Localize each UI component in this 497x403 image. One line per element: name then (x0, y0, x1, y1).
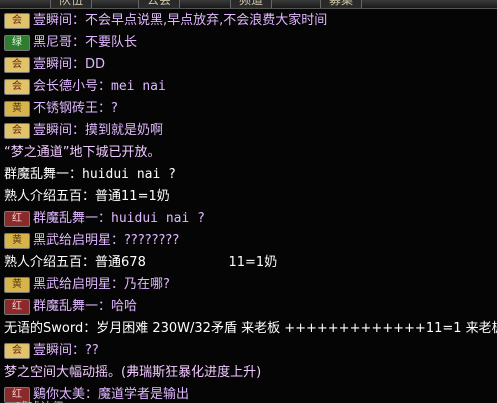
message-text: DD (85, 57, 106, 72)
guild-badge: 会 (4, 56, 30, 73)
system-message: 梦之空间大幅动摇。(弗瑞斯狂暴化进度上升) (4, 365, 262, 380)
chat-message: 群魔乱舞一：huidui nai ? (4, 167, 176, 182)
chat-message: 熟人介绍五百：普通678 11=1奶 (4, 255, 278, 270)
message-text: 普通11=1奶 (95, 189, 170, 204)
sender-name[interactable]: 不锈钢砖王 (33, 101, 98, 116)
message-text: huidui nai ? (82, 167, 176, 182)
partial-message: 一 嘘嘘认伊 一 (0, 398, 497, 403)
tab-party[interactable]: 队伍 (50, 0, 93, 8)
message-text: 不要队长 (85, 35, 138, 50)
sender-name[interactable]: 黑武给启明星 (33, 233, 111, 248)
chat-message: 会壹瞬间：摸到就是奶啊 (4, 121, 163, 141)
green-badge: 绿 (4, 34, 30, 51)
sender-name[interactable]: 壹瞬间 (33, 13, 72, 28)
chat-message: 会会长德小号：mei nai (4, 77, 166, 97)
yellow-badge: 黄 (4, 276, 30, 293)
message-text: ???????? (124, 233, 180, 248)
message-text: 不会早点说黑,早点放弃,不会浪费大家时间 (85, 13, 328, 28)
chat-message: 红群魔乱舞一：huidui nai ? (4, 209, 205, 229)
chat-message: 红群魔乱舞一：哈哈 (4, 297, 137, 317)
sender-name[interactable]: 群魔乱舞一 (4, 167, 69, 182)
chat-message: 黄黑武给启明星：???????? (4, 231, 179, 251)
chat-message: 无语的Sword：岁月困难 230W/32矛盾 来老板 ++++++++++++… (4, 319, 497, 339)
message-text: 普通678 11=1奶 (95, 255, 278, 270)
message-text: ?? (85, 343, 99, 358)
message-text: 岁月困难 230W/32矛盾 来老板 +++++++++++++11=1 来老板… (96, 321, 497, 336)
chat-message: 会壹瞬间：DD (4, 55, 105, 75)
sender-name[interactable]: 壹瞬间 (33, 123, 72, 138)
red-badge: 红 (4, 298, 30, 315)
message-text: mei nai (111, 79, 166, 94)
guild-badge: 会 (4, 12, 30, 29)
chat-channel-tabs: 队伍 公会 频道 募集 (0, 0, 497, 9)
sender-name[interactable]: 群魔乱舞一 (33, 211, 98, 226)
chat-message: 熟人介绍五百：普通11=1奶 (4, 189, 170, 204)
sender-name[interactable]: 壹瞬间 (33, 343, 72, 358)
message-text: 哈哈 (111, 299, 138, 314)
tab-channel[interactable]: 频道 (230, 0, 273, 8)
sender-name[interactable]: 会长德小号 (33, 79, 98, 94)
guild-badge: 会 (4, 342, 30, 359)
message-text: huidui nai ? (111, 211, 205, 226)
yellow-badge: 黄 (4, 100, 30, 117)
guild-badge: 会 (4, 122, 30, 139)
system-message: “梦之通道”地下城已开放。 (4, 145, 161, 160)
tab-recruit[interactable]: 募集 (320, 0, 363, 8)
chat-message: 绿黑尼哥：不要队长 (4, 33, 137, 53)
chat-message: 会壹瞬间：不会早点说黑,早点放弃,不会浪费大家时间 (4, 11, 327, 31)
sender-name[interactable]: 壹瞬间 (33, 57, 72, 72)
sender-name[interactable]: 熟人介绍五百 (4, 255, 82, 270)
guild-badge: 会 (4, 78, 30, 95)
message-text: ? (111, 101, 118, 116)
sender-name[interactable]: 黑武给启明星 (33, 277, 111, 292)
sender-name[interactable]: 熟人介绍五百 (4, 189, 82, 204)
message-text: 摸到就是奶啊 (85, 123, 164, 138)
chat-message: 黄黑武给启明星：乃在哪? (4, 275, 170, 295)
message-text: 乃在哪? (124, 277, 170, 292)
chat-message: 黄不锈钢砖王：? (4, 99, 118, 119)
chat-log[interactable]: 会壹瞬间：不会早点说黑,早点放弃,不会浪费大家时间 绿黑尼哥：不要队长 会壹瞬间… (0, 9, 497, 403)
tab-guild[interactable]: 公会 (138, 0, 181, 8)
red-badge: 红 (4, 210, 30, 227)
yellow-badge: 黄 (4, 232, 30, 249)
sender-name[interactable]: 无语的Sword (4, 321, 83, 336)
sender-name[interactable]: 群魔乱舞一 (33, 299, 98, 314)
sender-name[interactable]: 黑尼哥 (33, 35, 72, 50)
chat-message: 会壹瞬间：?? (4, 341, 99, 361)
